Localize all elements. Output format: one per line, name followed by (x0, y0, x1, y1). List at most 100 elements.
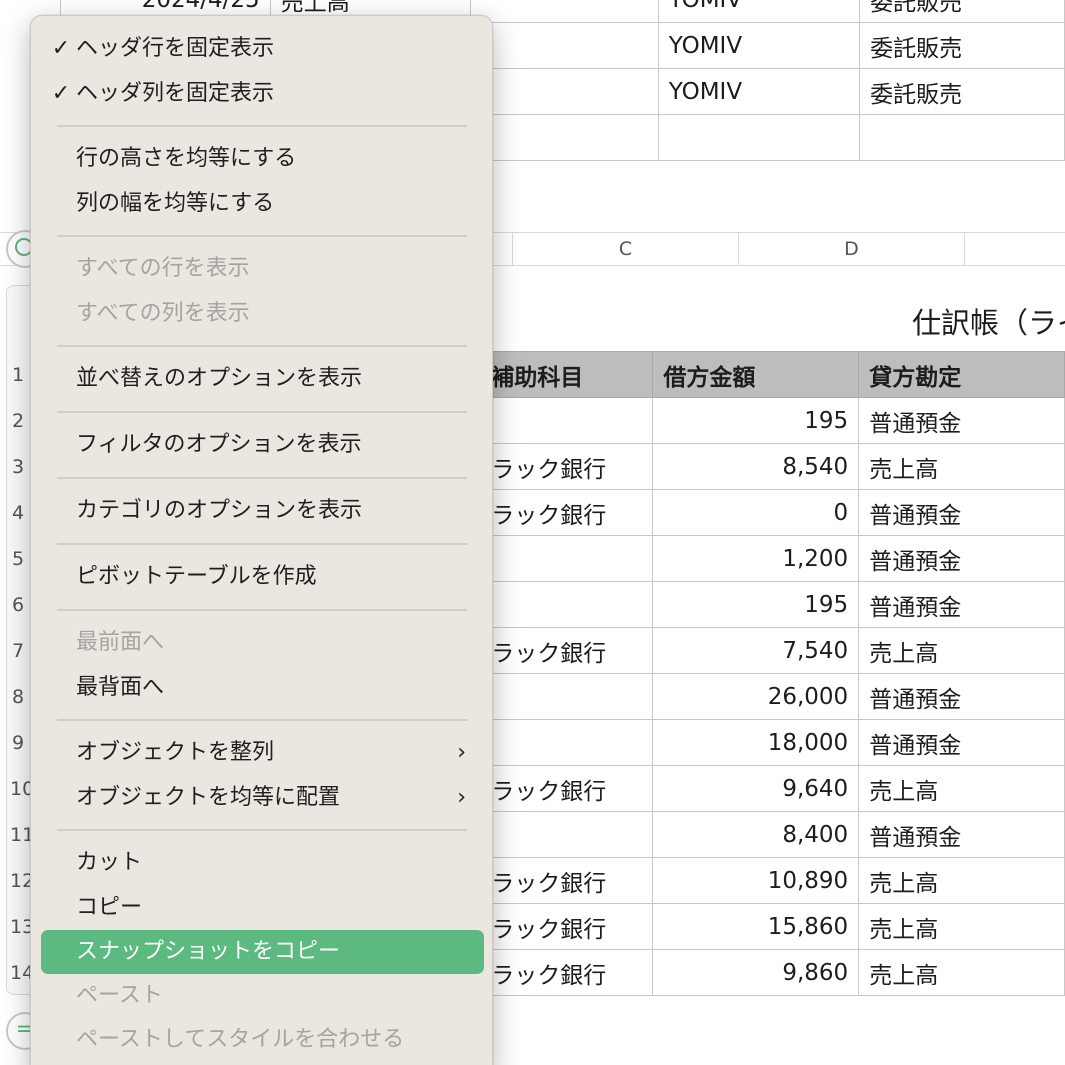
table-cell[interactable]: 18,000 (652, 719, 860, 766)
menu-item[interactable]: 並べ替えのオプションを表示 (41, 357, 484, 401)
table-cell[interactable] (657, 114, 861, 161)
table-cell[interactable] (859, 114, 1065, 161)
table-cell[interactable]: 委託販売 (859, 68, 1065, 115)
checkmark-icon: ✓ (51, 36, 71, 61)
table-cell[interactable]: 委託販売 (859, 0, 1065, 23)
row-number[interactable]: 3 (12, 444, 24, 490)
column-header-cell[interactable]: 貸方勘定 (858, 351, 1065, 398)
table-cell[interactable]: 9,640 (652, 765, 860, 812)
row-number[interactable]: 5 (12, 536, 24, 582)
table-cell[interactable]: 普通預金 (858, 673, 1065, 720)
menu-item-label: 行の高さを均等にする (76, 146, 297, 171)
menu-item-label: すべての列を表示 (76, 301, 250, 326)
table-cell[interactable]: 8,400 (652, 811, 860, 858)
menu-item-label: コピー (76, 895, 143, 920)
menu-item: すべての列を表示 (41, 292, 484, 336)
menu-item-label: ヘッダ列を固定表示 (76, 81, 275, 106)
table-cell[interactable]: 普通預金 (858, 581, 1065, 628)
column-header-e[interactable] (964, 233, 1065, 265)
column-header-c[interactable]: C (512, 233, 738, 265)
table-cell[interactable]: 売上高 (858, 443, 1065, 490)
table-cell[interactable]: YOMIV (657, 0, 861, 23)
menu-item-label: ペースト (76, 983, 163, 1008)
table-cell[interactable] (470, 114, 659, 161)
row-number[interactable]: 7 (12, 628, 24, 674)
menu-item[interactable]: ✓ ヘッダ行を固定表示 (41, 27, 484, 71)
row-number[interactable]: 1 (12, 352, 24, 398)
checkmark-icon: ✓ (51, 81, 71, 106)
table-cell[interactable]: 売上高 (858, 765, 1065, 812)
menu-item[interactable]: ✓ ヘッダ列を固定表示 (41, 72, 484, 116)
table-cell[interactable]: 普通預金 (858, 489, 1065, 536)
menu-item-label: ヘッダ行を固定表示 (76, 36, 275, 61)
table-cell[interactable]: 普通預金 (858, 397, 1065, 444)
table-cell[interactable]: 売上高 (858, 627, 1065, 674)
menu-separator (57, 477, 467, 479)
table-cell[interactable] (470, 68, 659, 115)
table-cell[interactable]: YOMIV (657, 22, 861, 69)
row-number[interactable]: 8 (12, 674, 24, 720)
menu-item[interactable]: フィルタのオプションを表示 (41, 423, 484, 467)
context-menu: ✓ ヘッダ行を固定表示 ✓ ヘッダ列を固定表示 行の高さを均等にする 列の幅を均等にするす… (30, 15, 493, 1065)
table-cell[interactable]: 普通預金 (858, 535, 1065, 582)
menu-item[interactable]: 列の幅を均等にする (41, 182, 484, 226)
menu-item[interactable]: 行の高さを均等にする (41, 137, 484, 181)
menu-item-label: オブジェクトを整列 (76, 740, 275, 765)
table-cell[interactable]: 10,890 (652, 857, 860, 904)
chevron-right-icon: › (457, 785, 466, 810)
table-cell[interactable]: 売上高 (858, 949, 1065, 996)
table-cell[interactable]: 普通預金 (858, 811, 1065, 858)
menu-item-label: 最前面へ (76, 630, 165, 655)
table-cell[interactable]: 0 (652, 489, 860, 536)
menu-item-label: フィルタのオプションを表示 (76, 432, 362, 457)
spreadsheet-window: 2024/4/25売上高YOMIV委託販売YOMIV委託販売YOMIV委託販売 … (0, 0, 1065, 1065)
menu-item-label: ペーストしてスタイルを合わせる (76, 1027, 405, 1052)
table-cell[interactable]: 26,000 (652, 673, 860, 720)
menu-separator (57, 609, 467, 611)
menu-item[interactable]: カット (41, 841, 484, 885)
menu-item: ペースト (41, 974, 484, 1018)
table-cell[interactable]: 売上高 (858, 857, 1065, 904)
menu-item-label: カテゴリのオプションを表示 (76, 498, 363, 523)
menu-item: 最前面へ (41, 621, 484, 665)
row-number[interactable]: 6 (12, 582, 24, 628)
table-cell[interactable]: 15,860 (652, 903, 860, 950)
table-cell[interactable]: 195 (652, 397, 860, 444)
menu-item[interactable]: ピボットテーブルを作成 (41, 555, 484, 599)
chevron-right-icon: › (457, 740, 466, 765)
menu-item-label: 列の幅を均等にする (76, 191, 275, 216)
menu-item: ペーストしてスタイルを合わせる (41, 1018, 484, 1062)
menu-item[interactable]: スナップショットをコピー (41, 930, 484, 974)
table-title[interactable]: 仕訳帳（ライ (912, 300, 1065, 342)
table-cell[interactable]: YOMIV (657, 68, 861, 115)
table-cell[interactable]: 1,200 (652, 535, 860, 582)
menu-item-label: ピボットテーブルを作成 (76, 564, 317, 589)
menu-separator (57, 345, 467, 347)
table-cell[interactable]: 売上高 (858, 903, 1065, 950)
table-cell[interactable] (470, 22, 659, 69)
menu-item-label: すべての行を表示 (76, 256, 250, 281)
table-cell[interactable]: 195 (652, 581, 860, 628)
column-header-d[interactable]: D (738, 233, 964, 265)
table-cell[interactable]: 委託販売 (859, 22, 1065, 69)
row-number[interactable]: 2 (12, 398, 24, 444)
table-cell[interactable] (470, 0, 659, 23)
menu-item[interactable]: オブジェクトを均等に配置 › (41, 776, 484, 820)
menu-separator (57, 235, 467, 237)
row-number[interactable]: 4 (12, 490, 24, 536)
table-cell[interactable]: 8,540 (652, 443, 860, 490)
menu-separator (57, 125, 467, 127)
menu-separator (57, 829, 467, 831)
table-cell[interactable]: 普通預金 (858, 719, 1065, 766)
menu-item[interactable]: オブジェクトを整列 › (41, 731, 484, 775)
table-cell[interactable]: 9,860 (652, 949, 860, 996)
menu-item-label: スナップショットをコピー (76, 939, 341, 964)
column-header-cell[interactable]: 借方金額 (652, 351, 860, 398)
table-cell[interactable]: 7,540 (652, 627, 860, 674)
menu-item[interactable]: カテゴリのオプションを表示 (41, 489, 484, 533)
menu-item-label: オブジェクトを均等に配置 (76, 785, 341, 810)
menu-item-label: 最背面へ (76, 675, 165, 700)
row-number[interactable]: 9 (12, 720, 24, 766)
menu-item[interactable]: 最背面へ (41, 666, 484, 710)
menu-item[interactable]: コピー (41, 886, 484, 930)
